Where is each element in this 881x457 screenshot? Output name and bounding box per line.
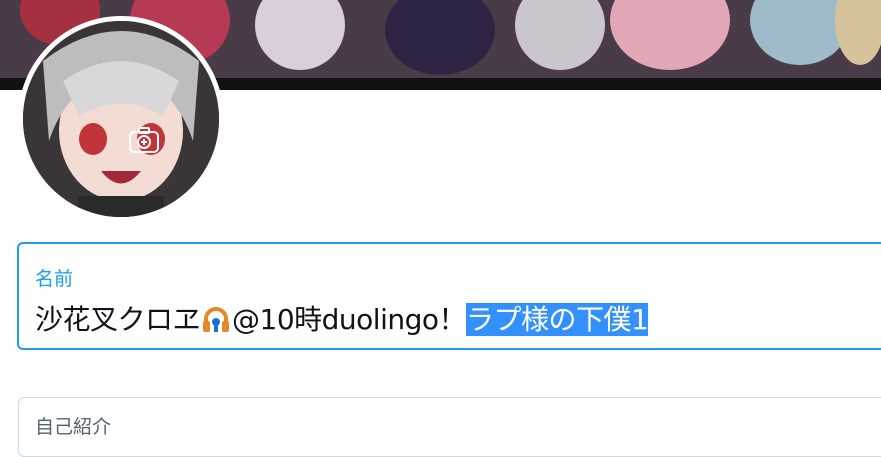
name-text: 沙花叉クロヱ xyxy=(35,303,201,336)
camera-plus-icon[interactable] xyxy=(128,126,160,154)
bio-field-label: 自己紹介 xyxy=(35,416,112,438)
name-text-after: @10時duolingo！ xyxy=(232,303,467,336)
selected-text: ラプ様の下僕1 xyxy=(466,303,649,336)
name-field-label: 名前 xyxy=(35,268,74,290)
name-field[interactable]: 名前 沙花叉クロヱ @10時duolingo！ラプ様の下僕1 xyxy=(17,242,881,350)
avatar-image xyxy=(23,21,219,217)
headphones-keyhole-emoji xyxy=(200,303,232,335)
avatar-frame xyxy=(18,16,224,222)
name-input[interactable]: 沙花叉クロヱ @10時duolingo！ラプ様の下僕1 xyxy=(35,298,649,338)
bio-field[interactable]: 自己紹介 xyxy=(18,397,881,457)
avatar[interactable] xyxy=(23,21,219,217)
